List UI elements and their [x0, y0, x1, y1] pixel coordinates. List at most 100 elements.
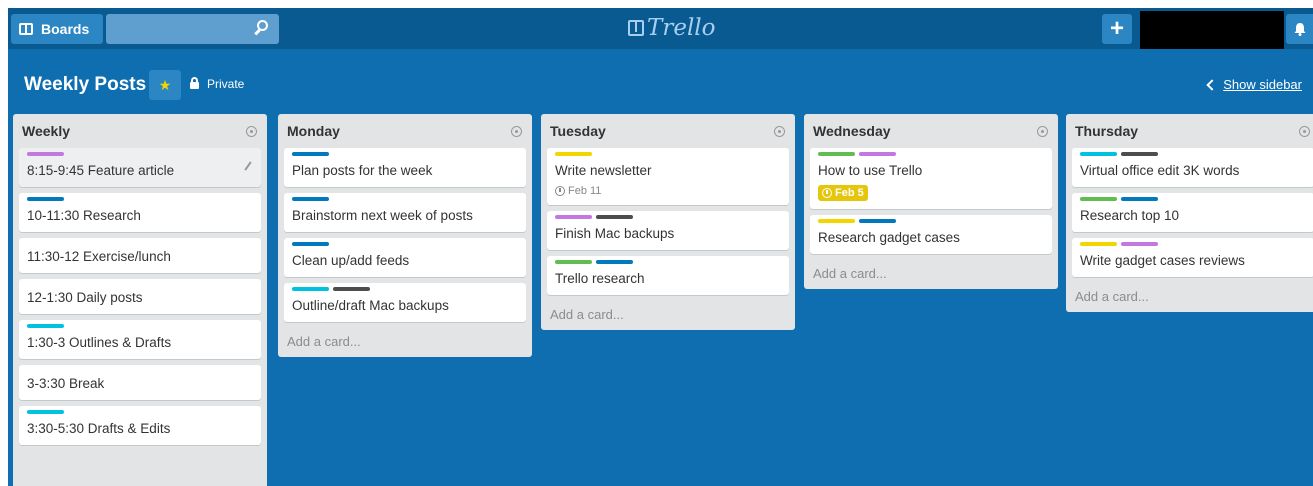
list-title[interactable]: Wednesday [813, 123, 891, 139]
boards-label: Boards [41, 21, 90, 37]
card-title: Write gadget cases reviews [1080, 253, 1245, 268]
list-tuesday: Tuesday Write newsletter Feb 11 Finish Mac … [541, 114, 795, 330]
due-date-badge: Feb 5 [818, 185, 868, 201]
list-title[interactable]: Tuesday [550, 123, 606, 139]
card[interactable]: How to use Trello Feb 5 [810, 148, 1052, 209]
board-title[interactable]: Weekly Posts [24, 74, 146, 96]
notifications-button[interactable] [1286, 14, 1313, 44]
list-title[interactable]: Monday [287, 123, 340, 139]
card-title: 10-11:30 Research [27, 208, 141, 223]
list-header: Tuesday [547, 114, 789, 148]
trello-app: Boards Trello + Weekly Posts ★ Private S… [8, 8, 1313, 486]
card[interactable]: Brainstorm next week of posts [284, 193, 526, 232]
card-title: 12-1:30 Daily posts [27, 290, 143, 305]
star-button[interactable]: ★ [149, 70, 181, 100]
list-wednesday: Wednesday How to use Trello Feb 5 Research … [804, 114, 1058, 289]
card-title: 11:30-12 Exercise/lunch [27, 249, 171, 264]
label-yellow [818, 219, 855, 223]
label-purple [27, 152, 64, 156]
label-green [555, 260, 592, 264]
card[interactable]: 12-1:30 Daily posts [19, 279, 261, 314]
card-labels [27, 197, 253, 201]
card[interactable]: 11:30-12 Exercise/lunch [19, 238, 261, 273]
list-title[interactable]: Weekly [22, 123, 70, 139]
label-purple [555, 215, 592, 219]
card[interactable]: Write gadget cases reviews [1072, 238, 1313, 277]
card[interactable]: Write newsletter Feb 11 [547, 148, 789, 205]
card[interactable]: 1:30-3 Outlines & Drafts [19, 320, 261, 359]
add-card-link[interactable]: Add a card... [284, 328, 526, 351]
list-menu-icon[interactable] [774, 125, 785, 137]
list-title[interactable]: Thursday [1075, 123, 1138, 139]
redacted-user-area [1140, 11, 1284, 49]
search-icon[interactable] [257, 20, 268, 31]
star-icon: ★ [158, 76, 172, 93]
boards-button[interactable]: Boards [11, 14, 103, 44]
card[interactable]: Research top 10 [1072, 193, 1313, 232]
card[interactable]: Research gadget cases [810, 215, 1052, 254]
label-blue [292, 197, 329, 201]
label-sky [292, 287, 329, 291]
card-labels [292, 152, 518, 156]
add-card-link[interactable]: Add a card... [810, 260, 1052, 283]
label-blue [1121, 197, 1158, 201]
chevron-left-icon [1206, 78, 1218, 91]
visibility-button[interactable]: Private [190, 77, 244, 91]
card[interactable]: 3-3:30 Break [19, 365, 261, 400]
card-labels [1080, 242, 1306, 246]
add-button[interactable]: + [1102, 14, 1132, 44]
list-menu-icon[interactable] [246, 125, 257, 137]
card[interactable]: Outline/draft Mac backups [284, 283, 526, 322]
list-header: Wednesday [810, 114, 1052, 148]
card-title: Research top 10 [1080, 208, 1180, 223]
label-sky [27, 324, 64, 328]
clock-icon [555, 186, 565, 196]
card-badges: Feb 5 [818, 185, 1044, 201]
label-sky [27, 410, 64, 414]
label-sky [1080, 152, 1117, 156]
card-title: Trello research [555, 271, 645, 286]
list-header: Thursday [1072, 114, 1313, 148]
list-menu-icon[interactable] [1037, 125, 1048, 137]
card[interactable]: 3:30-5:30 Drafts & Edits [19, 406, 261, 445]
lock-icon [190, 77, 199, 89]
card[interactable]: Finish Mac backups [547, 211, 789, 250]
logo-text: Trello [647, 15, 716, 41]
label-green [1080, 197, 1117, 201]
bell-icon [1294, 23, 1305, 36]
card-title: Clean up/add feeds [292, 253, 410, 268]
list-menu-icon[interactable] [1299, 125, 1310, 137]
add-card-link[interactable]: Add a card... [1072, 283, 1313, 306]
card-title: Write newsletter [555, 163, 652, 178]
label-blue [292, 152, 329, 156]
trello-logo[interactable]: Trello [628, 15, 716, 41]
card[interactable]: Clean up/add feeds [284, 238, 526, 277]
card[interactable]: 8:15-9:45 Feature article [19, 148, 261, 187]
list-menu-icon[interactable] [511, 125, 522, 137]
list-header: Weekly [19, 114, 261, 148]
card[interactable]: Virtual office edit 3K words [1072, 148, 1313, 187]
top-bar: Boards Trello + [8, 8, 1313, 49]
card-title: Plan posts for the week [292, 163, 433, 178]
card-labels [1080, 152, 1306, 156]
card-title: 8:15-9:45 Feature article [27, 163, 175, 178]
card-labels [1080, 197, 1306, 201]
card-title: 3-3:30 Break [27, 376, 105, 391]
card[interactable]: Trello research [547, 256, 789, 295]
card-labels [27, 324, 253, 328]
card[interactable]: 10-11:30 Research [19, 193, 261, 232]
list-monday: Monday Plan posts for the week Brainstorm … [278, 114, 532, 357]
label-yellow [555, 152, 592, 156]
show-sidebar-link[interactable]: Show sidebar [1206, 77, 1302, 92]
label-yellow [1080, 242, 1117, 246]
due-date-badge: Feb 11 [555, 185, 601, 197]
card-labels [292, 197, 518, 201]
card-labels [27, 152, 253, 156]
card-title: Brainstorm next week of posts [292, 208, 473, 223]
add-card-link[interactable]: Add a card... [547, 301, 789, 324]
label-purple [859, 152, 896, 156]
card[interactable]: Plan posts for the week [284, 148, 526, 187]
card-badges: Feb 11 [555, 185, 781, 197]
search-input[interactable] [106, 14, 279, 44]
label-purple [1121, 242, 1158, 246]
